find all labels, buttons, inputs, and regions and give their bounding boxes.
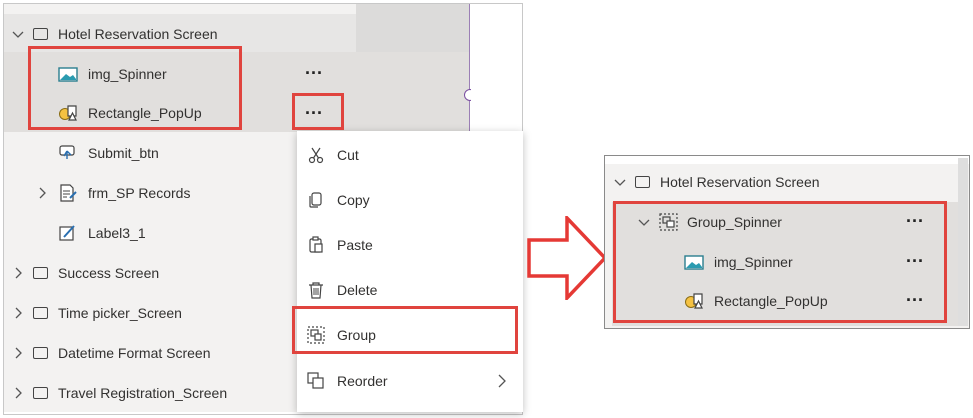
menu-item-label: Copy: [337, 192, 370, 208]
tree-item-label: Submit_btn: [88, 145, 159, 161]
screen-icon: [33, 347, 48, 359]
tree-item-label: Success Screen: [58, 265, 160, 281]
tree-item-label: Label3_1: [88, 225, 146, 241]
menu-item-copy[interactable]: Copy: [297, 178, 523, 222]
tree-item-label: Hotel Reservation Screen: [660, 174, 820, 190]
tree-item-label: frm_SP Records: [88, 185, 191, 201]
tree-item-label: Travel Registration_Screen: [58, 385, 228, 401]
menu-item-paste[interactable]: Paste: [297, 223, 523, 267]
screen-icon: [33, 267, 48, 279]
tree-item-travel-registration-screen[interactable]: Travel Registration_Screen: [12, 373, 227, 413]
tree-item-frm-sp-records[interactable]: frm_SP Records: [36, 173, 190, 213]
chevron-down-icon[interactable]: [12, 28, 24, 40]
tree-item-time-picker-screen[interactable]: Time picker_Screen: [12, 293, 182, 333]
chevron-right-icon[interactable]: [12, 307, 24, 319]
paste-icon: [307, 236, 325, 254]
highlight-selected-items: [28, 46, 242, 130]
form-icon: [58, 184, 78, 202]
highlight-group: [613, 201, 947, 323]
chevron-right-icon: [497, 374, 507, 391]
screen-icon: [33, 28, 48, 40]
tree-item-label: Datetime Format Screen: [58, 345, 211, 361]
trash-icon: [307, 281, 325, 299]
tree-item-label3-1[interactable]: Label3_1: [58, 213, 146, 253]
tree-item-label: Time picker_Screen: [58, 305, 182, 321]
tree-item-submit-btn[interactable]: Submit_btn: [58, 133, 159, 173]
canvas-selection-edge: [469, 4, 470, 132]
context-menu: Cut Copy Paste Delete Group Reorder: [297, 131, 523, 412]
highlight-group-menu-item: [292, 306, 518, 354]
tree-item-datetime-format-screen[interactable]: Datetime Format Screen: [12, 333, 211, 373]
menu-item-label: Reorder: [337, 373, 388, 389]
chevron-right-icon[interactable]: [12, 267, 24, 279]
arrow-right-icon: [527, 216, 607, 300]
menu-item-label: Paste: [337, 237, 373, 253]
button-icon: [58, 144, 78, 162]
menu-item-label: Delete: [337, 282, 378, 298]
scrollbar[interactable]: [958, 158, 968, 326]
tree-item-success-screen[interactable]: Success Screen: [12, 253, 159, 293]
label-icon: [58, 224, 78, 242]
reorder-icon: [307, 372, 325, 390]
more-icon[interactable]: ...: [305, 59, 323, 77]
screen-icon: [33, 307, 48, 319]
menu-item-cut[interactable]: Cut: [297, 133, 523, 177]
copy-icon: [307, 191, 325, 209]
chevron-right-icon[interactable]: [12, 387, 24, 399]
screen-icon: [635, 176, 650, 188]
menu-item-reorder[interactable]: Reorder: [297, 359, 523, 403]
chevron-right-icon[interactable]: [12, 347, 24, 359]
screen-icon: [33, 387, 48, 399]
chevron-down-icon[interactable]: [614, 176, 626, 188]
chevron-right-icon[interactable]: [36, 187, 48, 199]
tree-item-label: Hotel Reservation Screen: [58, 26, 218, 42]
tree-item-hotel-reservation-screen[interactable]: Hotel Reservation Screen: [614, 162, 820, 202]
highlight-more-button: [292, 93, 344, 130]
cut-icon: [307, 146, 325, 164]
menu-item-label: Cut: [337, 147, 359, 163]
